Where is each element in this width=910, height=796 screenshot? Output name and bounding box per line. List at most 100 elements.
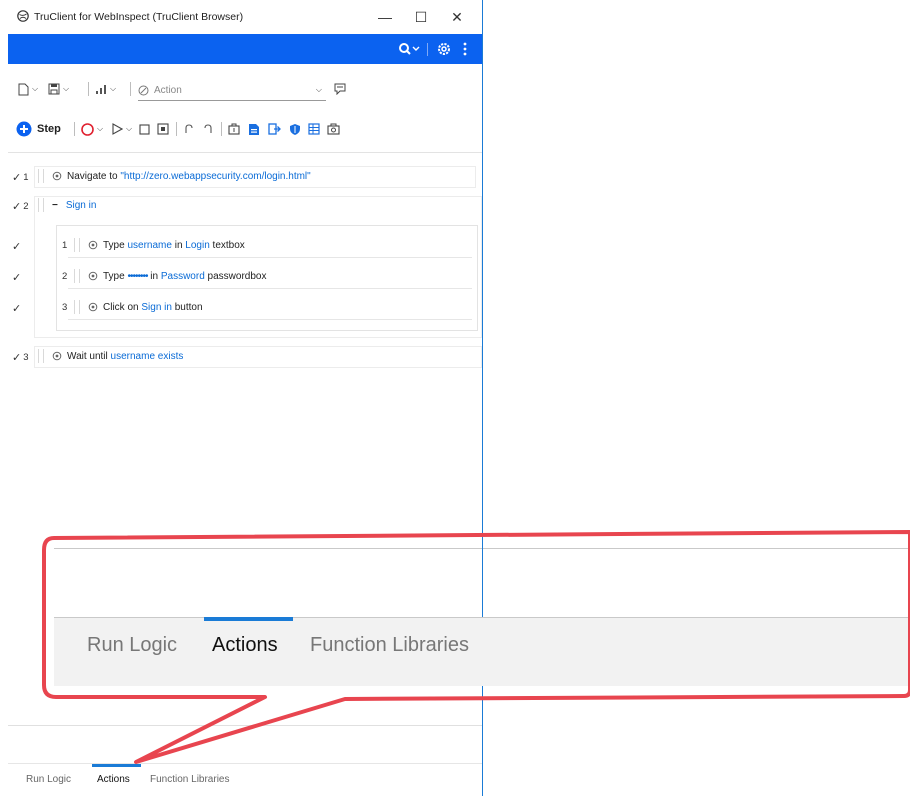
group-header[interactable]: − Sign in [38,195,96,215]
maximize-button[interactable]: ☐ [406,6,436,28]
shield-button[interactable] [289,120,301,138]
search-icon [399,43,420,55]
zoomed-tabs-callout: Run Logic Actions Function Libraries [54,548,910,686]
tab-function-libraries[interactable]: Function Libraries [150,774,229,785]
add-step-icon [16,121,32,137]
snapshot-button[interactable] [327,120,340,138]
record-icon [81,122,94,136]
stop-button[interactable] [139,120,150,138]
new-button[interactable]: ⌵ [18,80,38,98]
settings-button[interactable] [433,34,455,64]
step-type-icon [52,351,62,361]
play-icon [112,123,123,135]
divider [8,725,482,726]
row-divider [68,319,472,320]
step-type-icon [88,240,98,250]
grid-button[interactable] [308,120,320,138]
substep-number: 3 [62,302,68,313]
redo-button[interactable] [202,120,214,138]
chevron-down-icon: ⌵ [32,84,39,93]
step-target-link[interactable]: Sign in [141,302,172,313]
script-toolbar: ⌵ ⌵ ⌵ Action ⌵ [8,74,482,104]
step-number: ✓ 1 [12,171,29,184]
step-number-text: 2 [23,201,29,212]
substep-status: ✓ [12,271,23,284]
substep-row[interactable]: Type username in Login textbox [74,235,245,255]
drag-handle-icon[interactable] [74,300,80,314]
chevron-down-icon: ⌵ [97,124,104,133]
stop-icon [139,123,150,135]
step-type-icon [52,171,62,181]
drag-handle-icon[interactable] [38,169,44,183]
zoom-tab-actions: Actions [212,634,278,656]
step-target-link[interactable]: "http://zero.webappsecurity.com/login.ht… [120,171,310,182]
close-button[interactable]: ✕ [442,6,472,28]
play-button[interactable]: ⌵ [111,120,132,138]
substep-status: ✓ [12,302,23,315]
action-select[interactable]: Action ⌵ [138,80,326,101]
checkmark-icon: ✓ [12,352,22,364]
step-target-link[interactable]: Login [185,240,209,251]
record-button[interactable]: ⌵ [81,120,103,138]
step-target-link[interactable]: Password [161,271,205,282]
search-button[interactable] [396,34,422,64]
step-suffix: passwordbox [207,270,267,282]
drag-handle-icon[interactable] [74,238,80,252]
drag-handle-icon[interactable] [38,198,44,212]
redo-icon [204,124,212,133]
more-icon [463,42,467,56]
row-divider [68,257,472,258]
add-step-button[interactable]: Step [16,120,61,138]
step-value-link[interactable]: username [127,240,171,251]
chevron-down-icon: ⌵ [63,84,70,93]
separator [176,122,177,136]
action-icon [138,85,149,95]
step-preposition: in [174,239,183,251]
drag-handle-icon[interactable] [74,269,80,283]
script-button[interactable] [248,120,260,138]
step-target-link[interactable]: username exists [111,351,184,362]
drag-handle-icon[interactable] [38,349,44,363]
chevron-down-icon: ⌵ [315,85,322,94]
chevron-down-icon: ⌵ [110,84,117,93]
substep-row[interactable]: Click on Sign in button [74,297,203,317]
collapse-icon[interactable]: − [52,200,58,211]
substep-row[interactable]: Type •••••••• in Password passwordbox [74,266,266,286]
toolbox-button[interactable] [228,120,240,138]
separator [427,43,428,56]
undo-button[interactable] [183,120,195,138]
step-row[interactable]: Navigate to "http://zero.webappsecurity.… [38,166,311,186]
substep-status: ✓ [12,240,23,253]
top-blue-bar [8,34,482,64]
substep-number: 2 [62,271,68,282]
minimize-button[interactable]: — [370,6,400,28]
step-number: ✓ 3 [12,351,29,364]
checkmark-icon: ✓ [12,272,22,284]
tab-actions[interactable]: Actions [97,774,130,785]
step-value-link[interactable]: •••••••• [127,271,148,282]
step-verb: Click on [103,301,139,313]
save-button[interactable]: ⌵ [48,80,69,98]
tab-run-logic[interactable]: Run Logic [26,774,71,785]
separator [221,122,222,136]
divider [8,763,482,764]
checkmark-icon: ✓ [12,201,22,213]
more-menu-button[interactable] [458,34,472,64]
step-number-text: 1 [23,172,29,183]
transactions-button[interactable]: ⌵ [95,80,116,98]
chevron-down-icon: ⌵ [126,124,133,133]
export-button[interactable] [268,120,281,138]
step-type-icon [88,302,98,312]
script-icon [249,123,259,135]
separator [74,122,75,136]
step-run-button[interactable] [157,120,169,138]
separator [88,82,89,96]
step-row[interactable]: Wait until username exists [38,346,183,366]
comment-button[interactable] [334,80,346,98]
step-suffix: textbox [212,239,245,251]
step-preposition: in [150,270,159,282]
recording-toolbar: Step ⌵ ⌵ [8,116,482,142]
camera-icon [327,123,340,135]
step-type-icon [88,271,98,281]
divider [8,152,482,153]
